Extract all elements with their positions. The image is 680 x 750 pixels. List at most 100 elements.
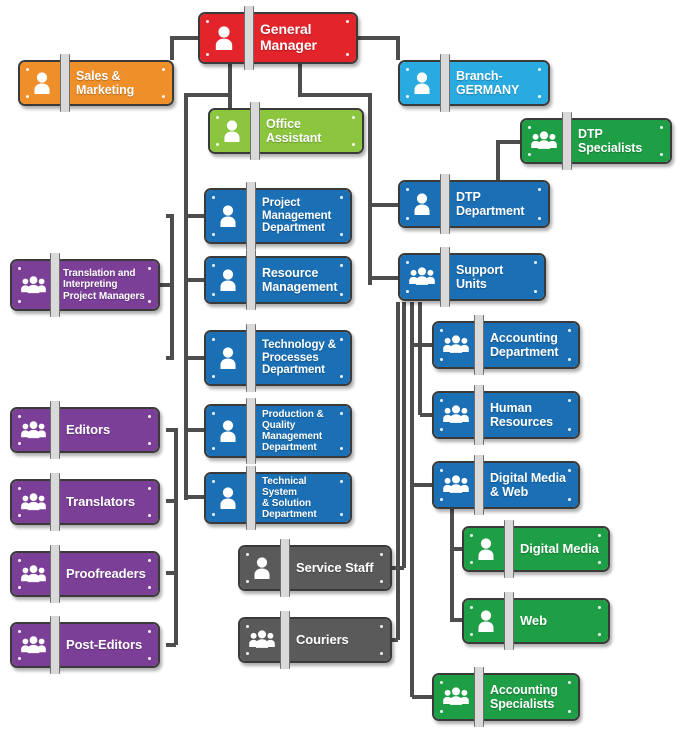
node-label-pane: Technical System & Solution Department [250, 474, 350, 522]
screw-dot [212, 264, 215, 267]
node-technical-system-solution-department[interactable]: Technical System & Solution Department [204, 472, 352, 524]
node-post [60, 54, 70, 112]
node-technology-processes-department[interactable]: Technology & Processes Department [204, 330, 352, 386]
node-human-resources[interactable]: Human Resources [432, 391, 580, 439]
screw-dot [162, 95, 165, 98]
screw-dot [538, 95, 541, 98]
node-label-pane: Service Staff [284, 547, 390, 589]
node-post [474, 385, 484, 445]
node-post-editors[interactable]: Post-Editors [10, 622, 160, 668]
person-icon [221, 119, 243, 143]
screw-dot [18, 300, 21, 303]
node-post [246, 398, 256, 464]
node-sales-marketing[interactable]: Sales & Marketing [18, 60, 174, 106]
node-label-pane: Accounting Specialists [478, 675, 578, 719]
node-dtp-specialists[interactable]: DTP Specialists [520, 118, 672, 164]
node-label: Technical System & Solution Department [262, 475, 317, 521]
screw-dot [18, 630, 21, 633]
node-dtp-department[interactable]: DTP Department [398, 180, 550, 228]
group-icon [20, 635, 47, 656]
person-icon [251, 556, 273, 580]
person-icon [411, 192, 433, 216]
node-label: Digital Media [520, 540, 599, 556]
node-label: Accounting Department [490, 331, 559, 359]
screw-dot [18, 267, 21, 270]
screw-dot [440, 399, 443, 402]
node-accounting-specialists[interactable]: Accounting Specialists [432, 673, 580, 721]
node-production-quality-management-department[interactable]: Production & Quality Management Departme… [204, 404, 352, 458]
screw-dot [212, 196, 215, 199]
node-label-pane: Production & Quality Management Departme… [250, 406, 350, 456]
screw-dot [440, 469, 443, 472]
screw-dot [18, 514, 21, 517]
node-label-pane: Technology & Processes Department [250, 332, 350, 384]
screw-dot [18, 442, 21, 445]
node-label: Post-Editors [66, 636, 143, 652]
node-office-assistant[interactable]: Office Assistant [208, 108, 364, 154]
screw-dot [18, 657, 21, 660]
node-post [474, 667, 484, 727]
screw-dot [568, 681, 571, 684]
screw-dot [148, 487, 151, 490]
screw-dot [352, 143, 355, 146]
group-icon [248, 629, 276, 651]
node-translators[interactable]: Translators [10, 479, 160, 525]
screw-dot [538, 68, 541, 71]
node-icon-pane [210, 110, 254, 152]
org-chart: General Manager Sales & Marketing Office… [0, 0, 680, 750]
node-general-manager[interactable]: General Manager [198, 12, 358, 64]
screw-dot [598, 606, 601, 609]
screw-dot [440, 681, 443, 684]
node-service-staff[interactable]: Service Staff [238, 545, 392, 591]
node-post [440, 54, 450, 112]
node-accounting-department[interactable]: Accounting Department [432, 321, 580, 369]
group-icon [408, 266, 436, 288]
screw-dot [212, 447, 215, 450]
node-post [50, 545, 60, 603]
node-translation-interpreting-project-managers[interactable]: Translation and Interpreting Project Man… [10, 259, 160, 311]
node-couriers[interactable]: Couriers [238, 617, 392, 663]
node-branch-germany[interactable]: Branch- GERMANY [398, 60, 550, 106]
node-icon-pane [400, 62, 444, 104]
screw-dot [212, 513, 215, 516]
node-label: Proofreaders [66, 565, 146, 581]
node-editors[interactable]: Editors [10, 407, 160, 453]
screw-dot [340, 338, 343, 341]
node-label: Human Resources [490, 401, 554, 429]
person-icon [217, 346, 239, 370]
node-post [246, 250, 256, 310]
node-icon-pane [434, 463, 478, 507]
node-proofreaders[interactable]: Proofreaders [10, 551, 160, 597]
node-label-pane: Post-Editors [54, 624, 158, 666]
group-icon [442, 474, 470, 496]
node-digital-media[interactable]: Digital Media [462, 526, 610, 572]
node-label: Resource Management [262, 266, 338, 294]
node-resource-management[interactable]: Resource Management [204, 256, 352, 304]
screw-dot [568, 399, 571, 402]
node-icon-pane [464, 528, 508, 570]
screw-dot [148, 442, 151, 445]
screw-dot [380, 553, 383, 556]
node-project-management-department[interactable]: Project Management Department [204, 188, 352, 244]
screw-dot [148, 559, 151, 562]
screw-dot [148, 267, 151, 270]
screw-dot [346, 53, 349, 56]
node-web[interactable]: Web [462, 598, 610, 644]
node-label: Translation and Interpreting Project Man… [63, 268, 145, 302]
person-icon [475, 609, 497, 633]
group-icon [20, 420, 47, 441]
node-label-pane: Resource Management [250, 258, 350, 302]
screw-dot [568, 428, 571, 431]
screw-dot [148, 657, 151, 660]
screw-dot [598, 633, 601, 636]
screw-dot [212, 412, 215, 415]
group-icon [20, 275, 47, 296]
node-digital-media-web[interactable]: Digital Media & Web [432, 461, 580, 509]
screw-dot [534, 290, 537, 293]
node-icon-pane [206, 190, 250, 242]
screw-dot [212, 480, 215, 483]
node-label-pane: Project Management Department [250, 190, 350, 242]
node-support-units[interactable]: Support Units [398, 253, 546, 301]
node-icon-pane [240, 619, 284, 661]
node-label: Sales & Marketing [76, 69, 135, 97]
